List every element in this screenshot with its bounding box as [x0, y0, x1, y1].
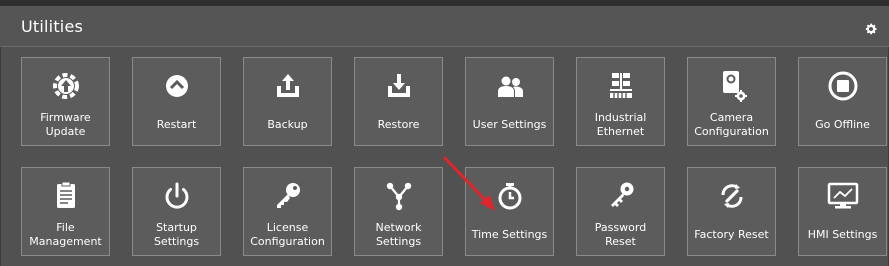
- tile-label: Firmware Update: [40, 110, 91, 138]
- tile-label: Factory Reset: [694, 227, 769, 241]
- startup-settings-tile[interactable]: Startup Settings: [132, 167, 221, 256]
- tile-label: User Settings: [472, 117, 547, 131]
- monitor-icon: [799, 168, 886, 224]
- tile-label: Go Offline: [815, 117, 870, 131]
- tile-label: Restart: [156, 117, 197, 131]
- user-settings-tile[interactable]: User Settings: [465, 57, 554, 146]
- tile-label: Backup: [267, 117, 308, 131]
- key-icon: [244, 168, 331, 224]
- camera-configuration-tile[interactable]: Camera Configuration: [687, 57, 776, 146]
- tile-label: Restore: [377, 117, 420, 131]
- network-nodes-icon: [355, 168, 442, 224]
- tile-label: HMI Settings: [807, 227, 878, 241]
- power-icon: [133, 168, 220, 224]
- tile-label: Startup Settings: [153, 220, 200, 248]
- wrench-refresh-icon: [688, 168, 775, 224]
- restore-tile[interactable]: Restore: [354, 57, 443, 146]
- camera-gear-icon: [688, 58, 775, 114]
- firmware-update-tile[interactable]: Firmware Update: [21, 57, 110, 146]
- tile-label: License Configuration: [250, 220, 325, 248]
- license-configuration-tile[interactable]: License Configuration: [243, 167, 332, 256]
- backup-upload-icon: [244, 58, 331, 114]
- restart-tile[interactable]: Restart: [132, 57, 221, 146]
- gear-icon[interactable]: [864, 22, 878, 36]
- factory-reset-tile[interactable]: Factory Reset: [687, 167, 776, 256]
- go-offline-tile[interactable]: Go Offline: [798, 57, 887, 146]
- tile-label: Industrial Ethernet: [594, 110, 647, 138]
- users-icon: [466, 58, 553, 114]
- restore-download-icon: [355, 58, 442, 114]
- industrial-ethernet-tile[interactable]: Industrial Ethernet: [576, 57, 665, 146]
- tile-label: Network Settings: [375, 220, 422, 248]
- time-settings-tile[interactable]: Time Settings: [465, 167, 554, 256]
- stop-circle-icon: [799, 58, 886, 114]
- stopwatch-icon: [466, 168, 553, 224]
- password-key-icon: [577, 168, 664, 224]
- password-reset-tile[interactable]: Password Reset: [576, 167, 665, 256]
- panel-header: Utilities: [0, 6, 889, 47]
- hmi-settings-tile[interactable]: HMI Settings: [798, 167, 887, 256]
- tile-label: Camera Configuration: [694, 110, 769, 138]
- network-tree-icon: [577, 58, 664, 114]
- tile-label: Password Reset: [594, 220, 647, 248]
- tile-label: File Management: [29, 220, 102, 248]
- tile-label: Time Settings: [471, 227, 548, 241]
- backup-tile[interactable]: Backup: [243, 57, 332, 146]
- network-settings-tile[interactable]: Network Settings: [354, 167, 443, 256]
- restart-icon: [133, 58, 220, 114]
- file-clipboard-icon: [22, 168, 109, 224]
- panel-title: Utilities: [21, 17, 84, 36]
- file-management-tile[interactable]: File Management: [21, 167, 110, 256]
- firmware-gear-icon: [22, 58, 109, 114]
